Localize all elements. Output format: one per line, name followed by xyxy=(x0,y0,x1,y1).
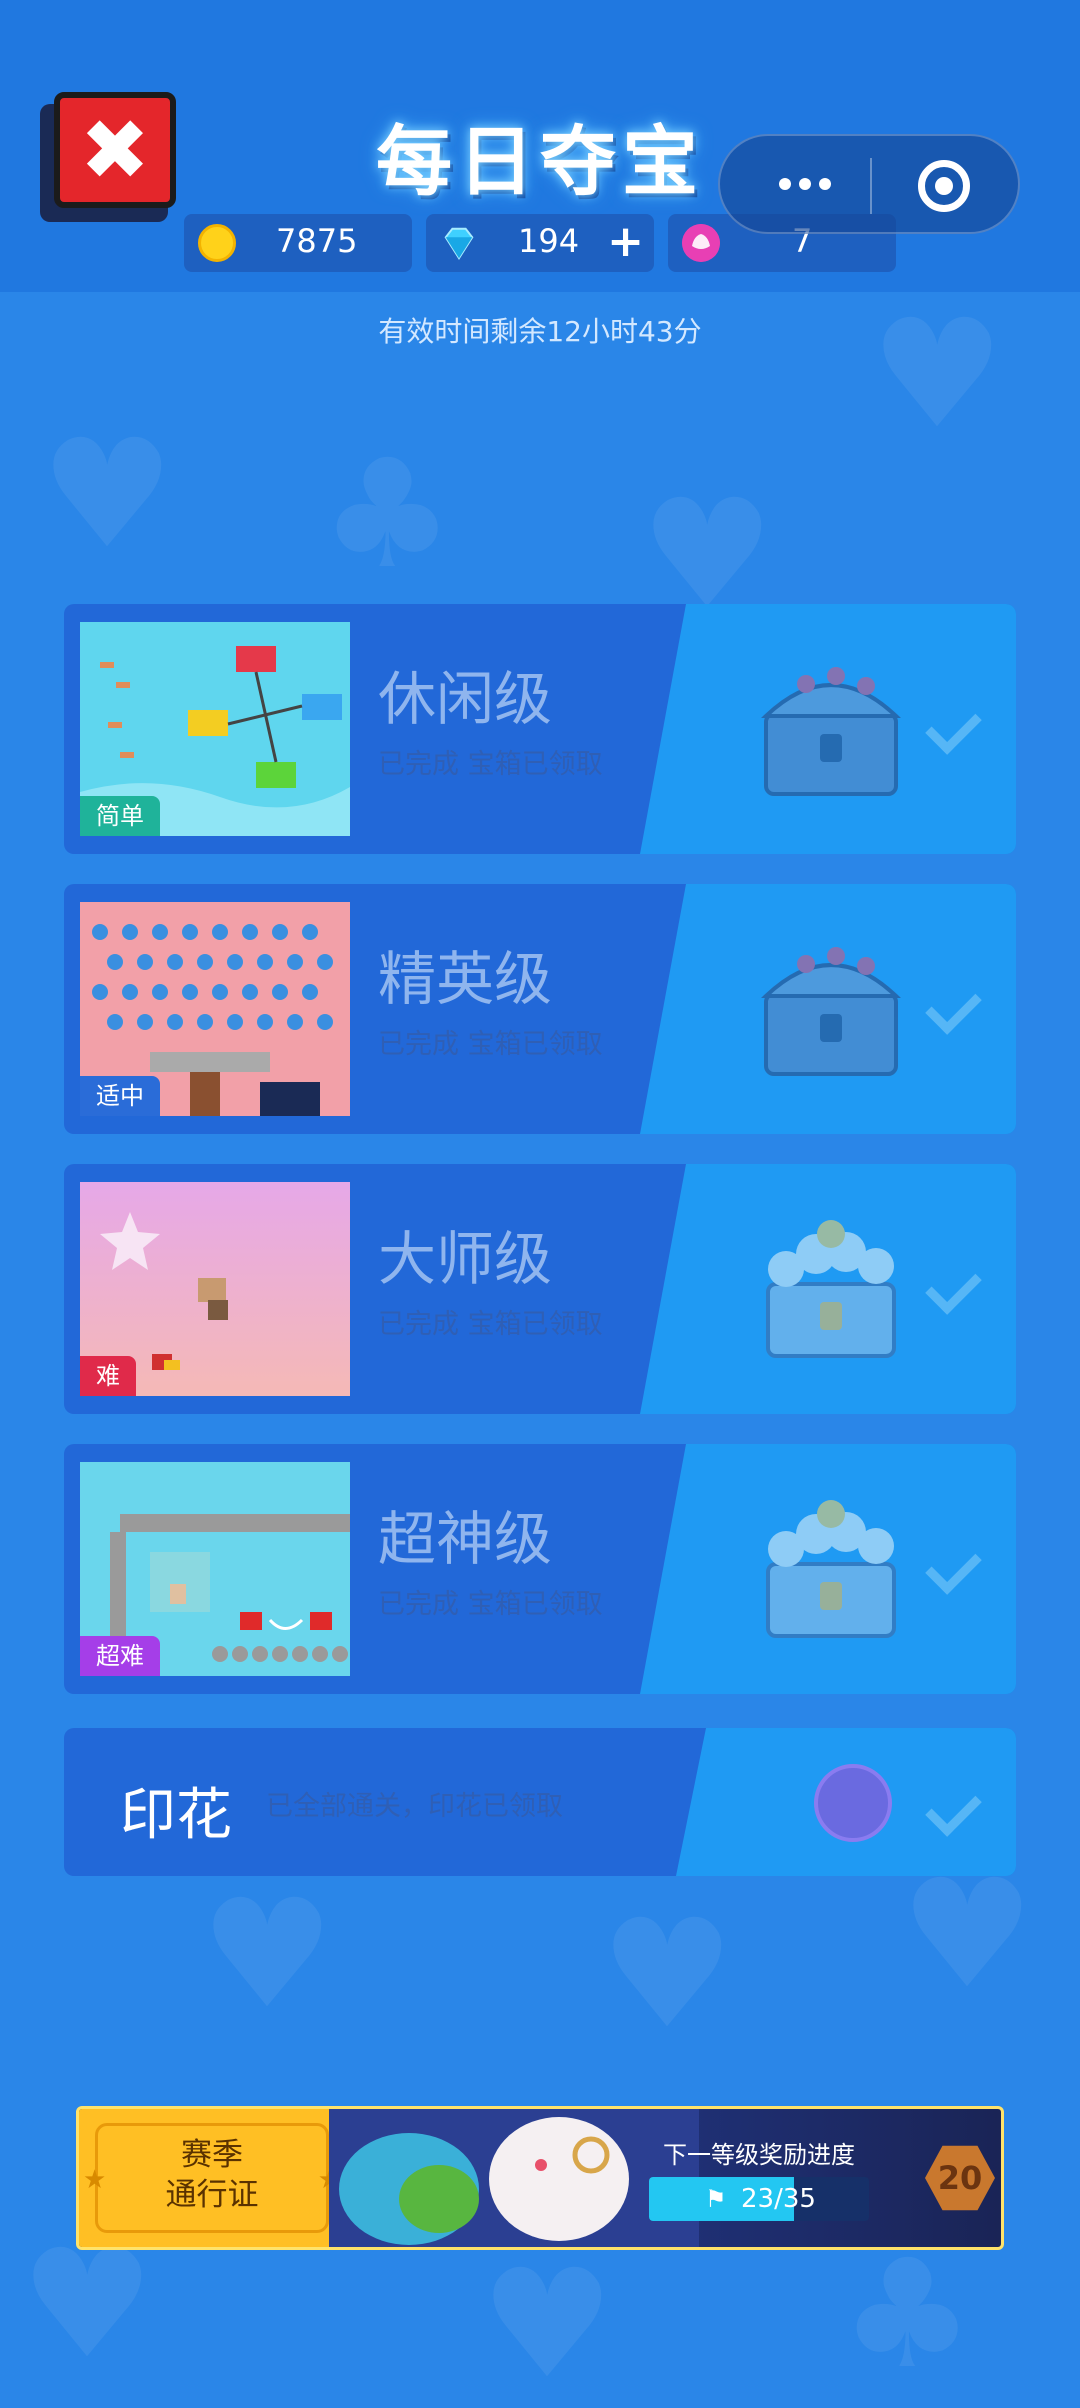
more-dot-icon xyxy=(799,178,811,190)
gem-counter: 194 + xyxy=(426,214,654,272)
level-status: 已完成 宝箱已领取 xyxy=(378,1589,603,1620)
flag-icon: ⚑ xyxy=(705,2185,727,2213)
claimed-check-icon xyxy=(930,702,988,742)
level-thumbnail: 适中 xyxy=(80,902,350,1116)
level-status: 已完成 宝箱已领取 xyxy=(378,749,603,780)
gem-value: 194 xyxy=(518,222,580,260)
level-card-casual[interactable]: 简单 休闲级 已完成 宝箱已领取 xyxy=(64,604,1016,854)
season-character-art xyxy=(329,2109,699,2247)
heart-pattern-icon: ♥ xyxy=(40,408,175,582)
treasure-chest-icon xyxy=(761,667,901,796)
level-thumbnail: 超难 xyxy=(80,1462,350,1676)
pass-level-badge: 20 xyxy=(925,2143,995,2213)
season-pass-button[interactable]: ★ ★ 赛季 通行证 xyxy=(79,2109,345,2247)
remaining-time: 有效时间剩余12小时43分 xyxy=(378,315,702,348)
close-button[interactable]: ✖ xyxy=(40,92,180,224)
level-status: 已完成 宝箱已领取 xyxy=(378,1309,603,1340)
stamp-reward-row[interactable]: 印花 已全部通关，印花已领取 xyxy=(64,1728,1016,1876)
level-name: 精英级 xyxy=(378,945,553,1013)
lotus-stamp-icon xyxy=(814,1764,892,1842)
level-thumbnail: 难 xyxy=(80,1182,350,1396)
heart-pattern-icon: ♥ xyxy=(20,2218,155,2392)
pacifier-pattern-icon: ♣ xyxy=(840,2228,975,2402)
top-bar: ✖ 每日夺宝 7875 194 + 7 xyxy=(0,0,1080,292)
heart-pattern-icon: ♥ xyxy=(600,1888,735,2062)
treasure-chest-icon xyxy=(761,947,901,1076)
season-pass-label: 赛季 通行证 xyxy=(165,2137,259,2213)
difficulty-badge: 简单 xyxy=(80,796,160,836)
more-dot-icon xyxy=(779,178,791,190)
pacifier-pattern-icon: ♣ xyxy=(320,428,455,602)
lotus-stamp-icon xyxy=(682,224,720,262)
close-icon: ✖ xyxy=(54,92,176,208)
stamp-status: 已全部通关，印花已领取 xyxy=(266,1791,563,1822)
page-title: 每日夺宝 xyxy=(376,117,704,206)
diamond-icon xyxy=(444,227,474,260)
heart-pattern-icon: ♥ xyxy=(900,1848,1035,2022)
pass-level-number: 20 xyxy=(937,2159,983,2197)
level-card-god[interactable]: 超难 超神级 已完成 宝箱已领取 xyxy=(64,1444,1016,1694)
heart-pattern-icon: ♥ xyxy=(480,2238,615,2408)
more-dot-icon xyxy=(819,178,831,190)
claimed-check-icon xyxy=(930,1262,988,1302)
difficulty-badge: 超难 xyxy=(80,1636,160,1676)
claimed-check-icon xyxy=(930,1542,988,1582)
level-card-master[interactable]: 难 大师级 已完成 宝箱已领取 xyxy=(64,1164,1016,1414)
mini-program-capsule xyxy=(718,134,1020,234)
claimed-check-icon xyxy=(930,1784,988,1824)
level-status: 已完成 宝箱已领取 xyxy=(378,1029,603,1060)
heart-pattern-icon: ♥ xyxy=(200,1868,335,2042)
add-gems-button[interactable]: + xyxy=(607,216,644,267)
capsule-divider xyxy=(870,158,872,214)
difficulty-badge: 难 xyxy=(80,1356,136,1396)
next-reward-title: 下一等级奖励进度 xyxy=(663,2141,855,2169)
level-thumbnail: 简单 xyxy=(80,622,350,836)
stamp-title: 印花 xyxy=(120,1783,232,1848)
flower-chest-icon xyxy=(766,1500,896,1638)
level-card-elite[interactable]: 适中 精英级 已完成 宝箱已领取 xyxy=(64,884,1016,1134)
flower-chest-icon xyxy=(766,1220,896,1358)
season-pass-banner[interactable]: ★ ★ 赛季 通行证 下一等级奖励进度 ⚑ 23/35 20 xyxy=(76,2106,1004,2250)
more-options-button[interactable] xyxy=(760,164,850,204)
level-name: 休闲级 xyxy=(378,665,553,733)
coin-value: 7875 xyxy=(276,222,358,260)
reward-progress-bar: ⚑ 23/35 xyxy=(649,2177,869,2221)
level-name: 大师级 xyxy=(378,1225,553,1293)
coin-icon xyxy=(198,224,236,262)
coin-counter: 7875 xyxy=(184,214,412,272)
exit-target-button[interactable] xyxy=(918,160,970,212)
progress-text: 23/35 xyxy=(741,2184,816,2214)
claimed-check-icon xyxy=(930,982,988,1022)
level-name: 超神级 xyxy=(378,1505,553,1573)
difficulty-badge: 适中 xyxy=(80,1076,160,1116)
